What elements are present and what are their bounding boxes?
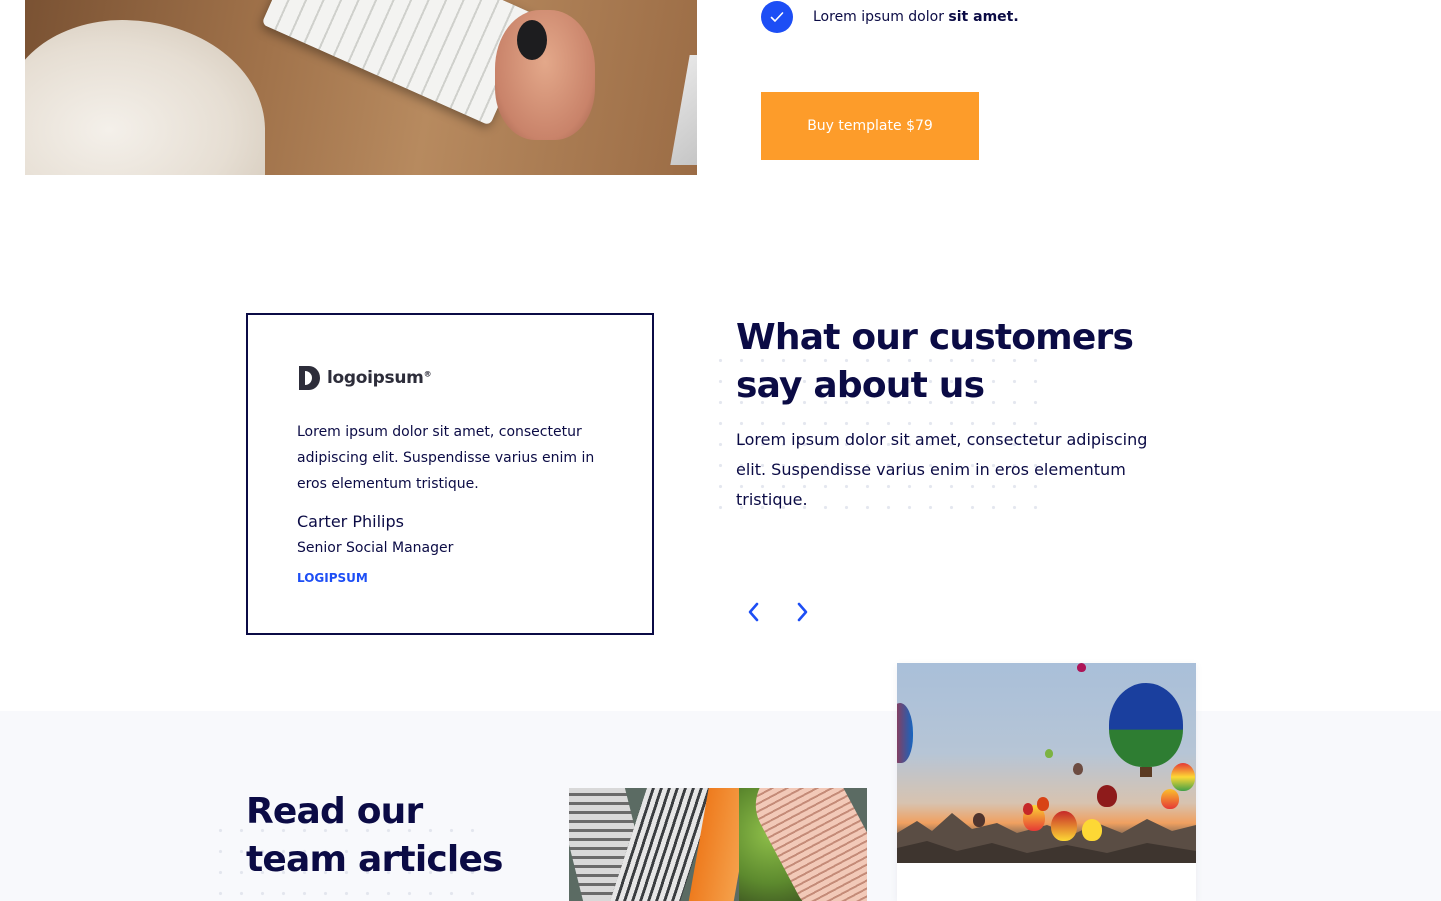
articles-title: Read our team articles (246, 791, 503, 880)
check-icon (761, 1, 793, 33)
chevron-right-icon (797, 602, 808, 622)
article-image-balloons[interactable] (897, 663, 1196, 863)
article-card[interactable] (897, 663, 1196, 901)
logo-mark-icon (299, 366, 320, 390)
photo-mouse (517, 20, 547, 60)
photo-laptop (670, 55, 697, 165)
slider-prev-button[interactable] (740, 598, 768, 626)
buy-template-button[interactable]: Buy template $79 (761, 92, 979, 160)
feature-text: Lorem ipsum dolor sit amet. (813, 9, 1019, 25)
hero-photo (25, 0, 697, 175)
author-name: Carter Philips (297, 512, 404, 531)
author-role: Senior Social Manager (297, 540, 454, 556)
testimonials-subtitle: Lorem ipsum dolor sit amet, consectetur … (736, 430, 1148, 509)
logo-text: logoipsum (327, 368, 424, 388)
testimonials-title: What our customers say about us (736, 317, 1134, 406)
author-company: LOGIPSUM (297, 571, 368, 585)
testimonial-card: logoipsum® Lorem ipsum dolor sit amet, c… (246, 313, 654, 635)
testimonial-quote: Lorem ipsum dolor sit amet, consectetur … (297, 424, 595, 492)
feature-item: Lorem ipsum dolor sit amet. (761, 1, 1019, 33)
chevron-left-icon (748, 602, 759, 622)
photo-shirt (25, 20, 265, 175)
company-logo: logoipsum® (297, 364, 432, 392)
article-image-city[interactable] (569, 788, 867, 901)
slider-next-button[interactable] (788, 598, 816, 626)
logo-registered-mark: ® (423, 369, 432, 379)
